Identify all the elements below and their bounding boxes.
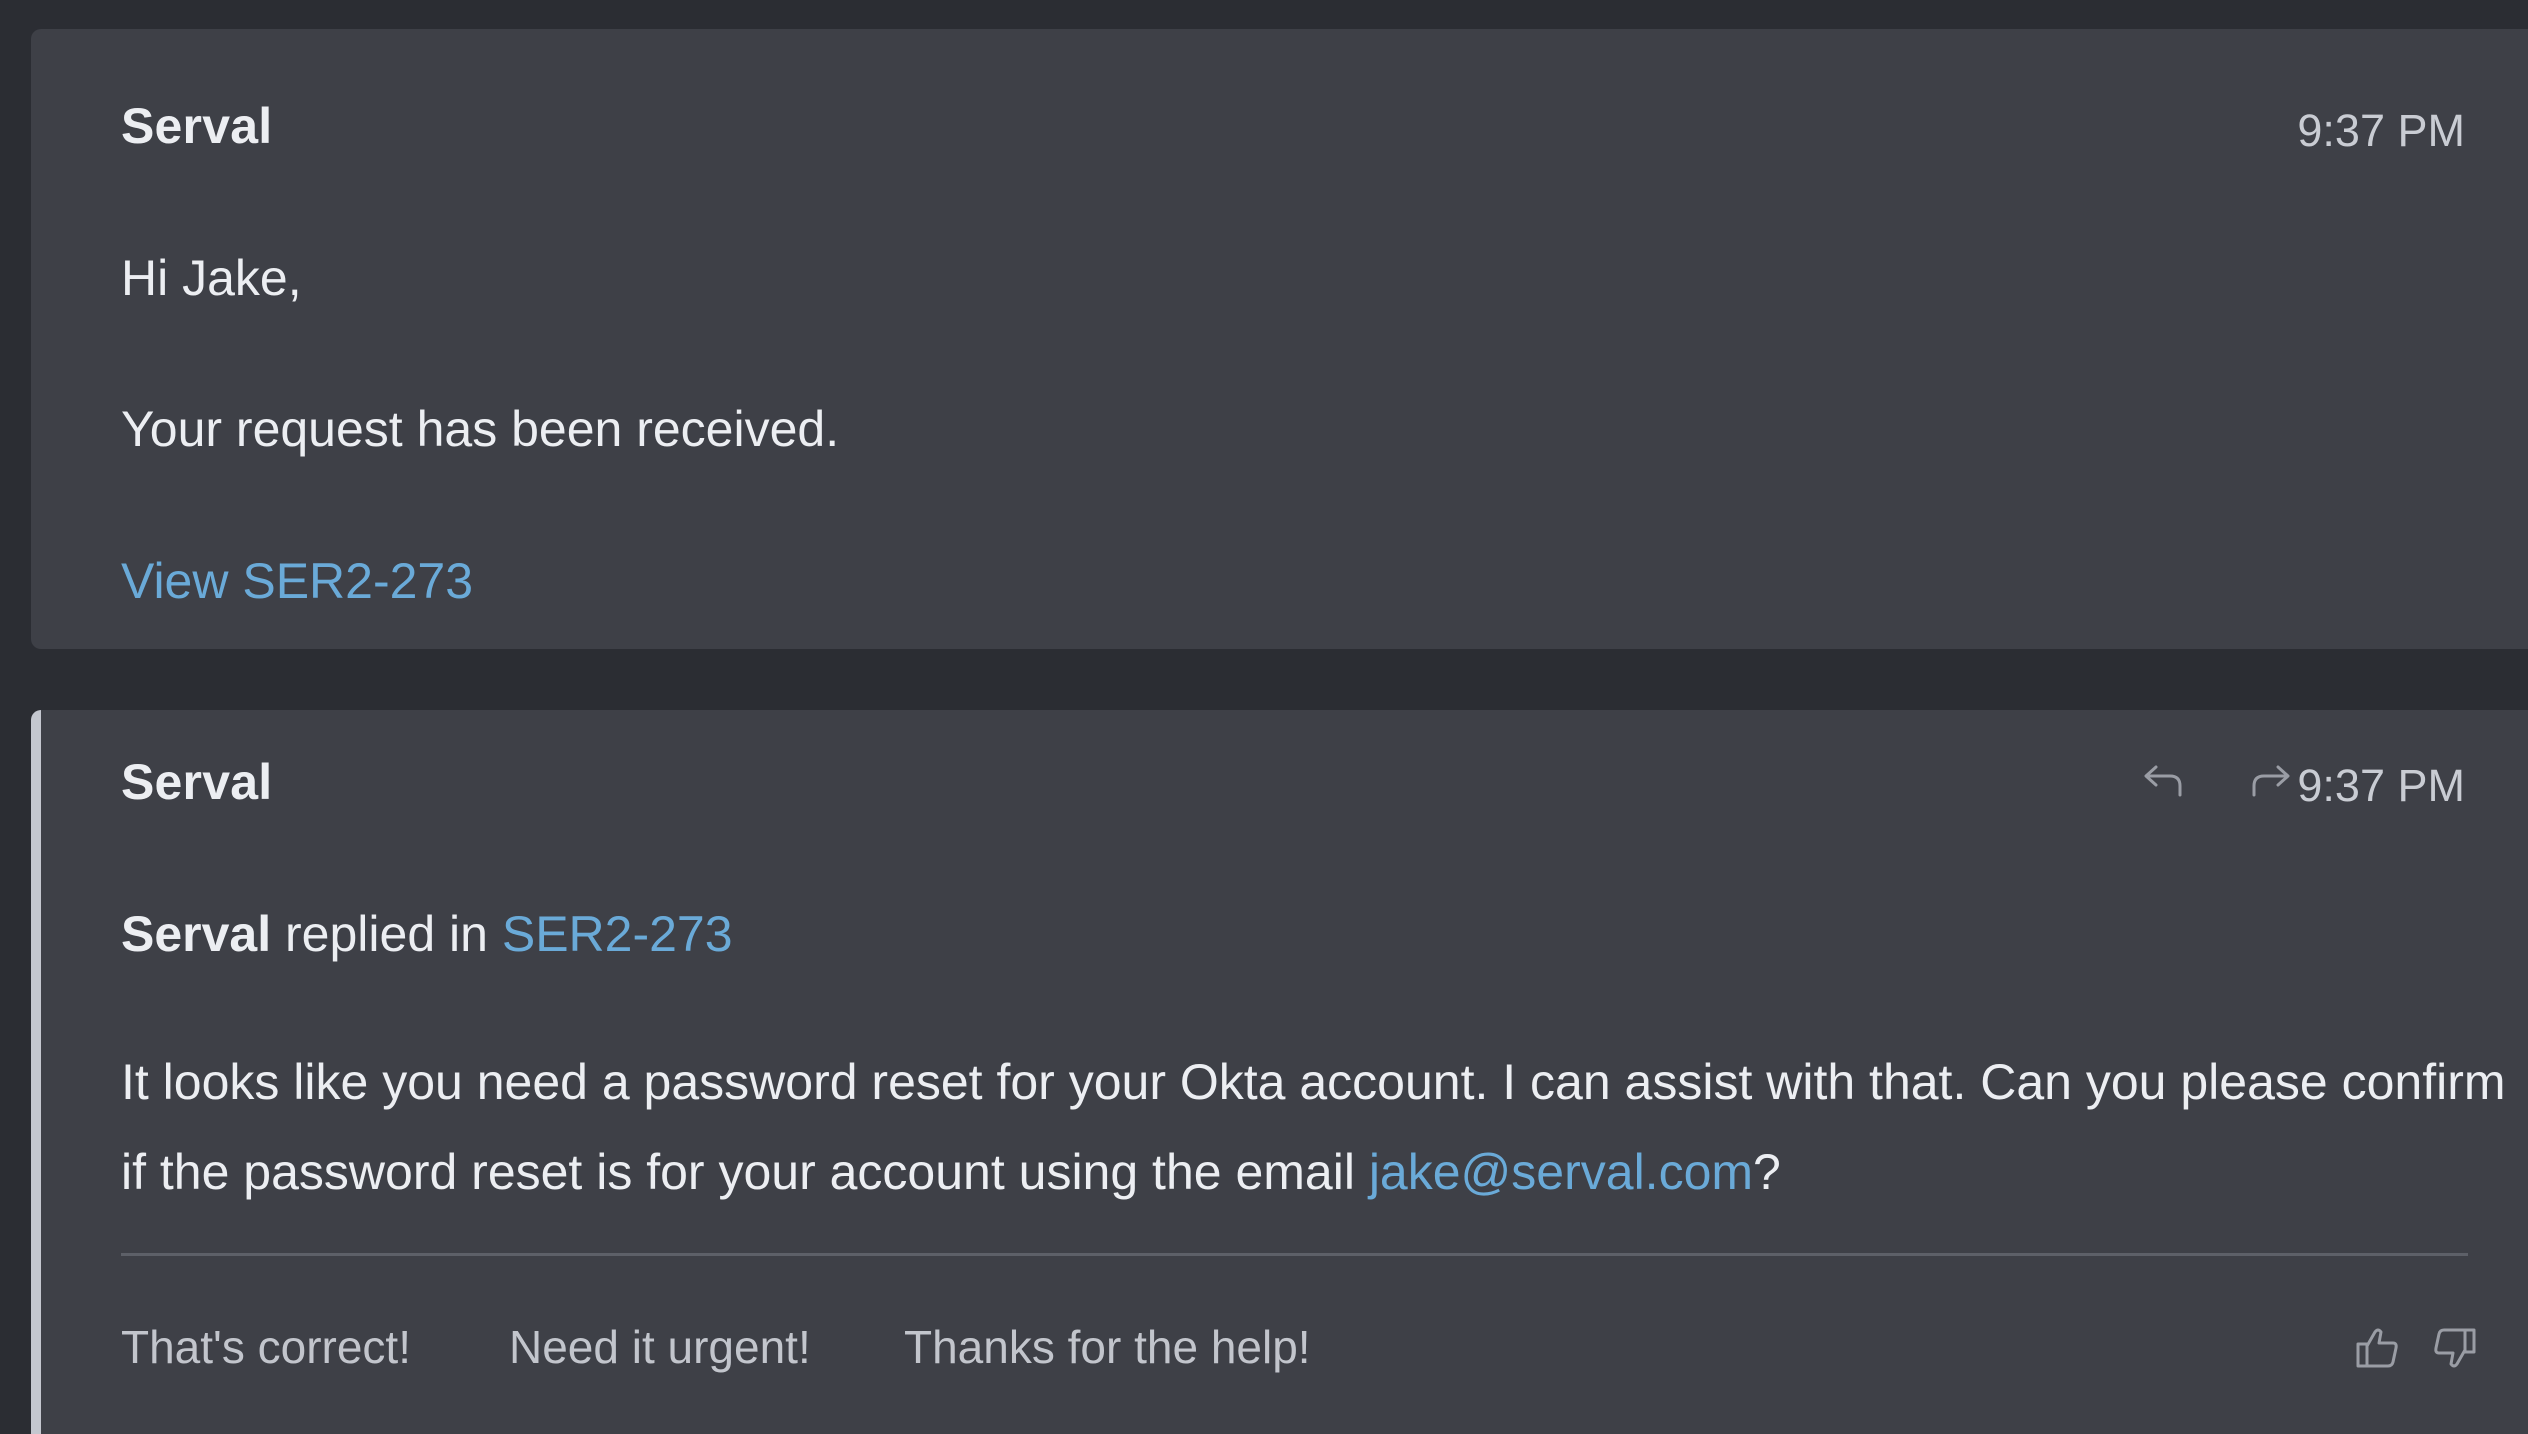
message-body: Your request has been received.: [121, 401, 840, 457]
message-timestamp: 9:37 PM: [2297, 105, 2465, 156]
forward-icon: [2252, 765, 2290, 797]
message-sender: Serval: [121, 754, 273, 810]
thumbs-down-button[interactable]: [2426, 1320, 2482, 1376]
message-timestamp: 9:37 PM: [2297, 760, 2465, 811]
message-body-end: ?: [1753, 1144, 1781, 1200]
message-card-received: Serval 9:37 PM Hi Jake, Your request has…: [31, 29, 2528, 649]
thumbs-up-button[interactable]: [2350, 1320, 2406, 1376]
email-link[interactable]: jake@serval.com: [1369, 1144, 1753, 1200]
quick-reply-correct[interactable]: That's correct!: [121, 1320, 411, 1374]
message-card-reply: Serval 9:37 PM Serval replied in SER2-27…: [31, 710, 2528, 1434]
thumbs-up-icon: [2356, 1328, 2398, 1368]
reply-author: Serval: [121, 906, 272, 962]
reply-button[interactable]: [2136, 753, 2192, 809]
divider: [121, 1253, 2468, 1256]
message-sender: Serval: [121, 98, 273, 154]
thumbs-down-icon: [2434, 1328, 2476, 1368]
forward-button[interactable]: [2242, 753, 2298, 809]
reply-text: replied in: [285, 906, 488, 962]
quick-reply-thanks[interactable]: Thanks for the help!: [904, 1320, 1311, 1374]
message-body-text: It looks like you need a password reset …: [121, 1054, 2506, 1200]
ticket-link[interactable]: SER2-273: [502, 906, 733, 962]
message-thread: Serval 9:37 PM Hi Jake, Your request has…: [0, 0, 2528, 1434]
view-ticket-link[interactable]: View SER2-273: [121, 552, 473, 610]
reply-header: Serval replied in SER2-273: [121, 905, 733, 963]
quick-reply-urgent[interactable]: Need it urgent!: [509, 1320, 811, 1374]
message-greeting: Hi Jake,: [121, 250, 302, 306]
message-body: It looks like you need a password reset …: [121, 1037, 2521, 1217]
reply-icon: [2144, 765, 2182, 797]
